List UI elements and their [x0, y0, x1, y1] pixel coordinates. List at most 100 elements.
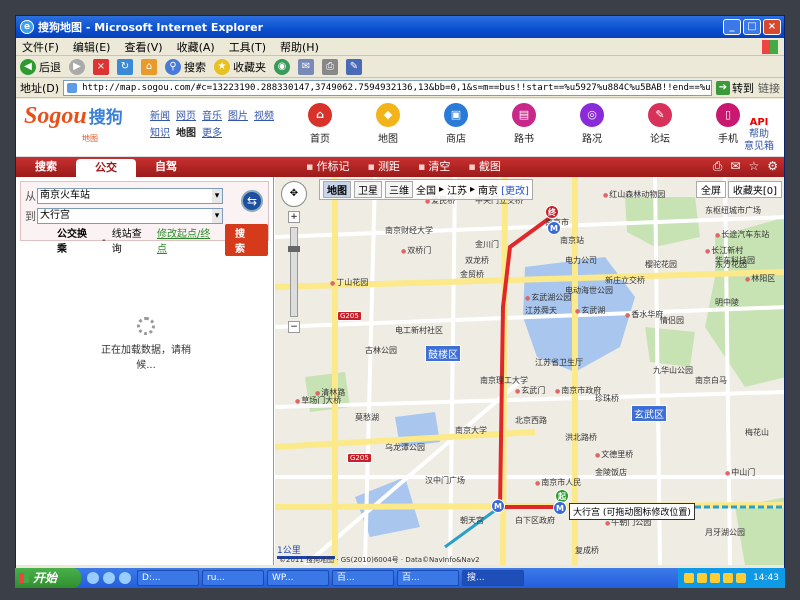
nav-item[interactable]: ▣ 商店	[422, 103, 490, 145]
nav-item[interactable]: ◎ 路况	[558, 103, 626, 145]
channel-images[interactable]: 图片	[228, 107, 248, 122]
from-input[interactable]: 南京火车站	[37, 188, 223, 204]
taskbar-button[interactable]: ru...	[202, 570, 264, 586]
measure-tool-button[interactable]: 测距	[367, 157, 400, 177]
modify-endpoints-link[interactable]: 修改起点/终点	[157, 225, 219, 255]
crumb-province[interactable]: 江苏	[447, 182, 467, 197]
nav-icon: ⌂	[308, 103, 332, 127]
sogou-logo[interactable]: Sogou 搜狗 地图	[24, 103, 139, 143]
media-quicklaunch-icon[interactable]	[119, 572, 131, 584]
map-place-label: 草场门大桥	[295, 395, 341, 406]
mark-tool-button[interactable]: 作标记	[306, 157, 349, 177]
favorites-button[interactable]: ★ 收藏夹	[214, 58, 266, 75]
channel-video[interactable]: 视频	[254, 107, 274, 122]
fullscreen-button[interactable]: 全屏	[696, 181, 726, 198]
map-place-label: 香水华府	[625, 309, 663, 320]
to-input[interactable]: 大行宫	[37, 208, 223, 224]
menu-edit[interactable]: 编辑(E)	[73, 39, 111, 55]
channel-knowledge[interactable]: 知识	[150, 124, 170, 139]
mode-tabs: 搜索 公交 自驾	[16, 157, 196, 177]
zoom-out-button[interactable]: −	[288, 321, 300, 333]
star-icon[interactable]: ☆	[748, 159, 759, 174]
tray-icon[interactable]	[684, 573, 695, 583]
taskbar-button[interactable]: 百...	[332, 570, 394, 586]
links-label[interactable]: 链接	[758, 80, 780, 96]
ie-quicklaunch-icon[interactable]	[87, 572, 99, 584]
map-place-label: 红山森林动物园	[603, 189, 665, 200]
tray-icon[interactable]	[723, 573, 734, 583]
close-button[interactable]: ×	[763, 19, 781, 35]
station-query-link[interactable]: 线站查询	[112, 225, 151, 255]
mail-icon[interactable]: ✉	[298, 58, 314, 75]
map-place-label: 莫愁湖	[355, 413, 379, 422]
maximize-button[interactable]: □	[743, 19, 761, 35]
back-button[interactable]: ◀ 后退	[20, 58, 61, 75]
taskbar-button[interactable]: D:...	[137, 570, 199, 586]
refresh-icon[interactable]: ↻	[117, 58, 133, 75]
screenshot-tool-button[interactable]: 截图	[468, 157, 501, 177]
clear-tool-button[interactable]: 清空	[418, 157, 450, 177]
nav-icon: ◆	[376, 103, 400, 127]
help-link[interactable]: 帮助	[744, 129, 774, 141]
nav-item[interactable]: ◆ 地图	[354, 103, 422, 145]
media-icon[interactable]: ◉	[274, 58, 290, 75]
tab-search[interactable]: 搜索	[16, 157, 76, 177]
menu-file[interactable]: 文件(F)	[22, 39, 59, 55]
tray-icon[interactable]	[697, 573, 708, 583]
tab-bus[interactable]: 公交	[76, 159, 136, 177]
tab-drive[interactable]: 自驾	[136, 157, 196, 177]
print-icon[interactable]: ⎙	[713, 159, 723, 174]
nav-item[interactable]: ⌂ 首页	[286, 103, 354, 145]
search-button[interactable]: ⚲ 搜索	[165, 58, 206, 75]
taskbar-button[interactable]: WP...	[267, 570, 329, 586]
taskbar-button[interactable]: 搜...	[462, 570, 524, 586]
taskbar-button[interactable]: 百...	[397, 570, 459, 586]
end-pin-icon[interactable]: 终	[545, 205, 559, 219]
map-view[interactable]: 爱民桥中央门立交桥南京站红山森林动物园东枢纽城市广场南京财经大学双桥门金川门电力…	[275, 177, 785, 565]
channel-music[interactable]: 音乐	[202, 107, 222, 122]
edit-icon[interactable]: ✎	[346, 58, 362, 75]
tray-icon[interactable]	[710, 573, 721, 583]
nav-item[interactable]: ▤ 路书	[490, 103, 558, 145]
map-place-label: 南京站	[560, 236, 584, 245]
map-place-label: 南京财经大学	[385, 226, 433, 235]
channel-more[interactable]: 更多	[202, 124, 222, 139]
go-button[interactable]: ➔ 转到	[716, 80, 754, 96]
desktop-quicklaunch-icon[interactable]	[103, 572, 115, 584]
menu-tools[interactable]: 工具(T)	[229, 39, 266, 55]
stop-icon[interactable]: ×	[93, 58, 109, 75]
menu-view[interactable]: 查看(V)	[124, 39, 162, 55]
transfer-option[interactable]: 公交换乘	[57, 225, 96, 255]
map-mode-satellite[interactable]: 卫星	[354, 181, 382, 198]
map-canvas[interactable]	[275, 177, 785, 565]
swap-icon[interactable]: ⇆	[241, 190, 263, 212]
map-mode-3d[interactable]: 三维	[385, 181, 413, 198]
address-label: 地址(D)	[20, 81, 60, 95]
forward-icon[interactable]: ▶	[69, 58, 85, 75]
zoom-slider[interactable]	[288, 227, 300, 317]
minimize-button[interactable]: _	[723, 19, 741, 35]
zoom-in-button[interactable]: +	[288, 211, 300, 223]
start-button[interactable]: 开始	[15, 568, 81, 588]
tray-icon[interactable]	[736, 573, 747, 583]
map-mode-map[interactable]: 地图	[323, 181, 351, 198]
crumb-country[interactable]: 全国	[416, 182, 436, 197]
api-link[interactable]: API	[744, 117, 774, 129]
feedback-link[interactable]: 意见箱	[744, 141, 774, 153]
channel-news[interactable]: 新闻	[150, 107, 170, 122]
channel-web[interactable]: 网页	[176, 107, 196, 122]
home-icon[interactable]: ⌂	[141, 58, 157, 75]
print-icon[interactable]: ⎙	[322, 58, 338, 75]
address-input[interactable]: http://map.sogou.com/#c=13223190.2883301…	[63, 79, 712, 96]
settings-gear-icon[interactable]: ⚙	[767, 159, 778, 174]
menu-help[interactable]: 帮助(H)	[280, 39, 319, 55]
map-place-label: 金川门	[475, 240, 499, 249]
change-city-link[interactable]: [更改]	[501, 182, 529, 197]
menu-favorites[interactable]: 收藏(A)	[177, 39, 215, 55]
mail-icon[interactable]: ✉	[730, 159, 740, 174]
nav-item[interactable]: ✎ 论坛	[626, 103, 694, 145]
favorites-map-button[interactable]: 收藏夹[0]	[727, 181, 782, 198]
pan-control-icon[interactable]: ✥	[281, 181, 307, 207]
search-button[interactable]: 搜 索	[225, 224, 269, 256]
crumb-city[interactable]: 南京	[478, 182, 498, 197]
